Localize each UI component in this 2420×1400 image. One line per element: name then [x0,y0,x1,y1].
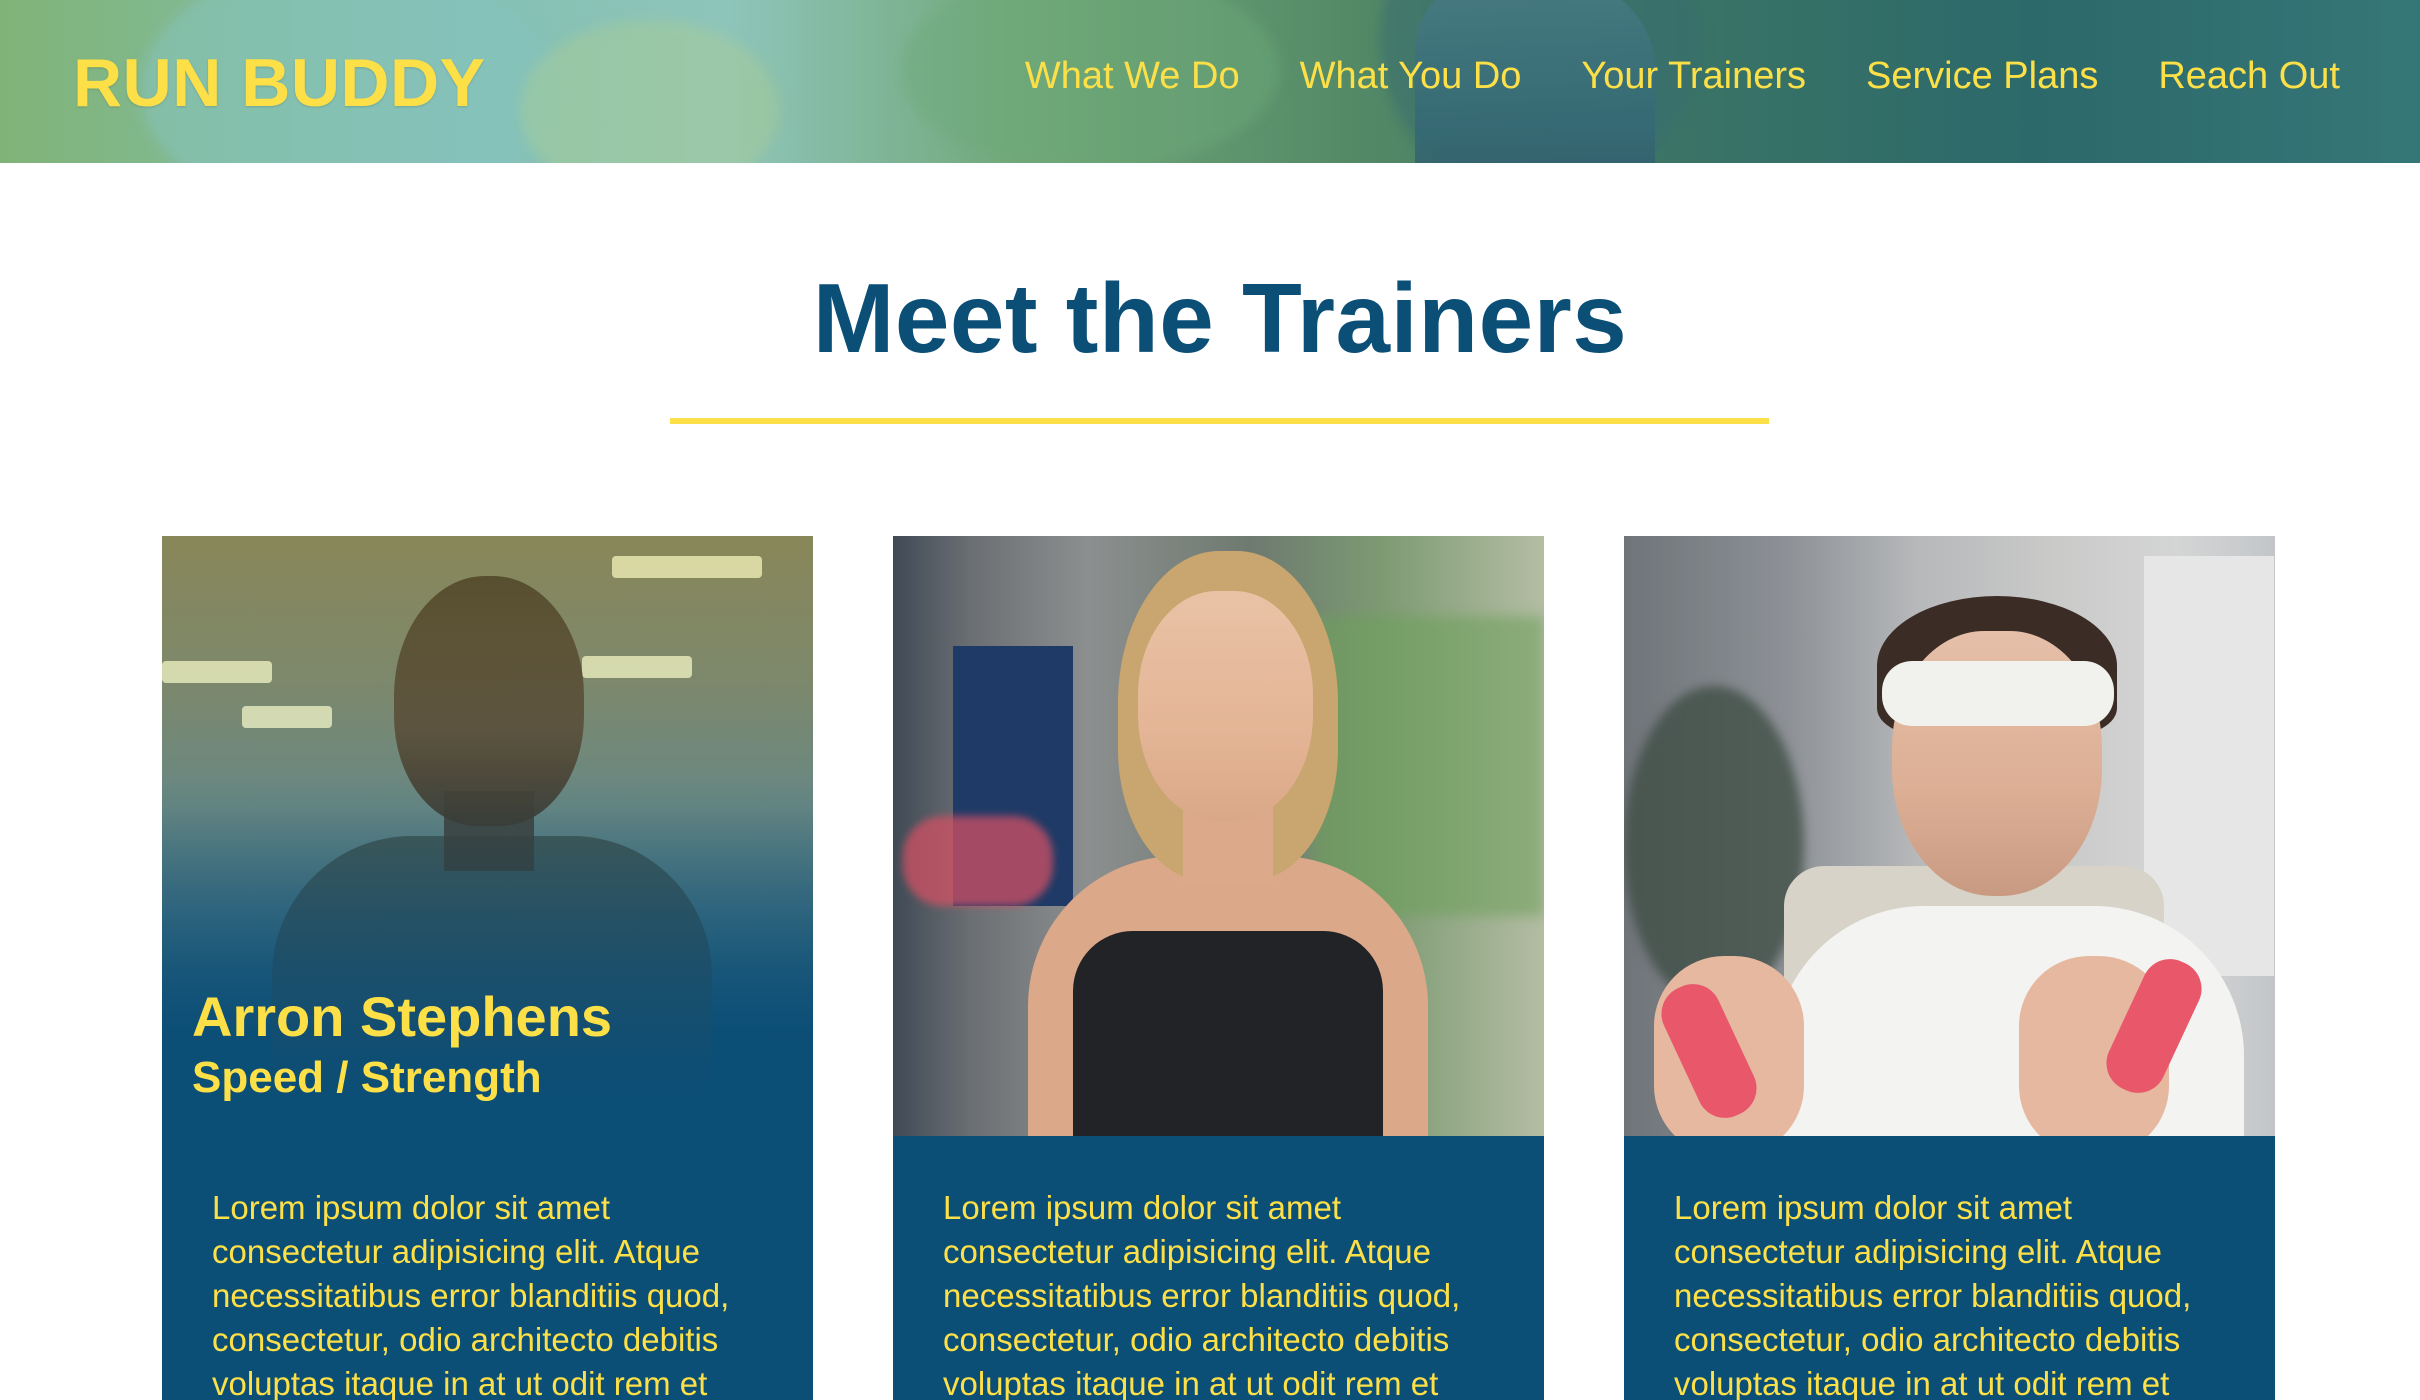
trainer-figure [1138,591,1313,821]
trainer-figure [1073,931,1383,1136]
trainer-name: Arron Stephens [192,985,613,1048]
trainer-photo [1624,536,2275,1136]
trainer-card-1: Arron Stephens Speed / Strength Lorem ip… [162,536,813,1400]
nav-link-service-plans[interactable]: Service Plans [1866,55,2098,98]
trainer-specialty: Speed / Strength [192,1053,542,1102]
section-title: Meet the Trainers [812,263,1628,373]
trainer-bio: Lorem ipsum dolor sit amet consectetur a… [212,1189,730,1400]
brand-logo[interactable]: RUN BUDDY [73,44,486,122]
nav-link-what-we-do[interactable]: What We Do [1025,55,1240,98]
nav-link-your-trainers[interactable]: Your Trainers [1581,55,1806,98]
photo-background-shape [903,816,1053,906]
title-underline [670,418,1769,424]
trainer-bio: Lorem ipsum dolor sit amet consectetur a… [1674,1189,2192,1400]
main-nav: What We Do What You Do Your Trainers Ser… [1025,55,2340,98]
page: RUN BUDDY What We Do What You Do Your Tr… [0,0,2420,1400]
nav-link-what-you-do[interactable]: What You Do [1300,55,1522,98]
nav-link-reach-out[interactable]: Reach Out [2158,55,2340,98]
trainer-bio: Lorem ipsum dolor sit amet consectetur a… [943,1189,1461,1400]
trainer-card-3: Lorem ipsum dolor sit amet consectetur a… [1624,536,2275,1400]
trainer-photo [893,536,1544,1136]
trainer-photo: Arron Stephens Speed / Strength [162,536,813,1136]
trainer-card-2: Lorem ipsum dolor sit amet consectetur a… [893,536,1544,1400]
site-header: RUN BUDDY What We Do What You Do Your Tr… [0,0,2420,163]
trainer-figure [1882,661,2114,726]
photo-background-shape [1313,616,1544,916]
